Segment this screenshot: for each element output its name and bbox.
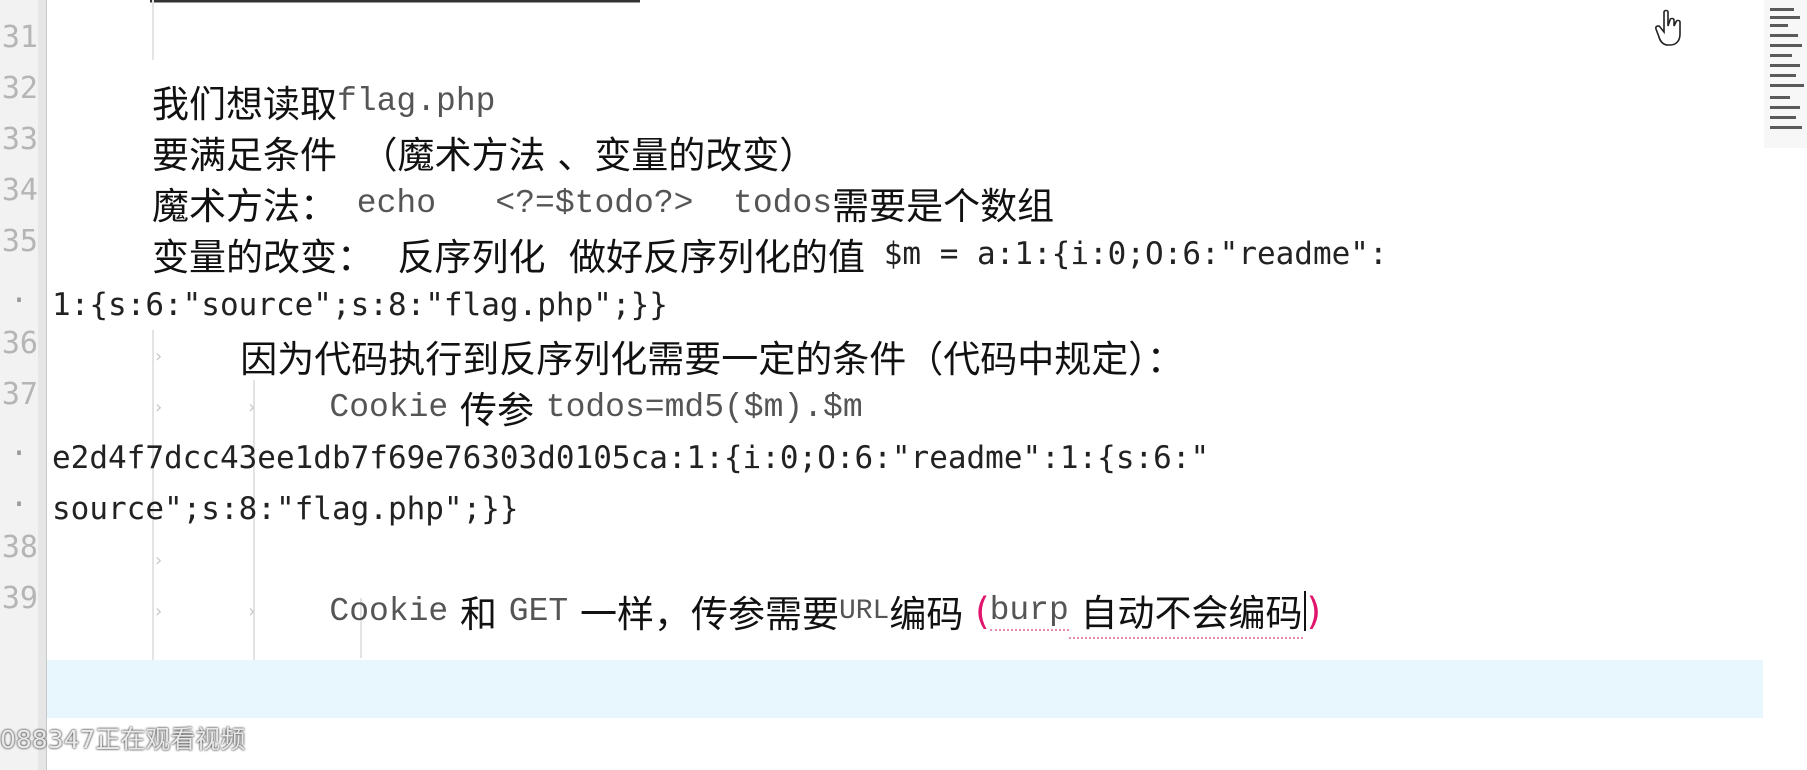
current-line-highlight [47, 660, 1763, 718]
wrap-marker: . [10, 275, 29, 310]
indent-guide [152, 0, 154, 60]
text-segment: 魔术方法： [152, 185, 337, 228]
code-segment: URL [838, 595, 890, 627]
text-segment: 传参 [448, 389, 546, 432]
code-line-39[interactable]: › › Cookie 和 GET 一样，传参需要 URL 编码 ( burp 自… [155, 582, 1807, 640]
code-segment: e2d4f7dcc43ee1db7f69e76303d0105ca:1:{i:0… [52, 440, 1210, 476]
code-segment: 1:{s:6:"source";s:8:"flag.php";}} [52, 287, 668, 323]
line-number: 36 [1, 326, 38, 361]
code-line-34[interactable]: 魔术方法： echo <?=$todo?> todos 需要是个数组 [152, 174, 1807, 232]
code-segment: echo <?=$todo?> todos [337, 184, 833, 222]
code-segment: flag.php [337, 82, 496, 120]
viewer-watermark: 088347正在观看视频 [0, 725, 246, 754]
text-segment: 自动不会编码 [1068, 583, 1303, 639]
text-segment: 变量的改变： 反序列化 做好反序列化的值 [152, 236, 866, 279]
code-line-36[interactable]: › 因为代码执行到反序列化需要一定的条件（代码中规定）： [155, 327, 1807, 385]
code-line-38[interactable]: › [155, 531, 1807, 589]
minimap-line [1770, 8, 1794, 11]
wrap-marker: . [10, 428, 29, 463]
minimap-line [1770, 106, 1800, 109]
tab-arrow-icon: › [155, 600, 163, 622]
minimap-line [1770, 24, 1788, 27]
line-number: 31 [1, 20, 38, 55]
line-number: 38 [1, 530, 38, 565]
line-number: 34 [1, 173, 38, 208]
code-line-37-wrap-1[interactable]: e2d4f7dcc43ee1db7f69e76303d0105ca:1:{i:0… [52, 429, 1807, 487]
code-segment: GET [508, 592, 569, 630]
text-cursor [1303, 591, 1306, 631]
code-line-37-wrap-2[interactable]: source";s:8:"flag.php";}} [52, 480, 1807, 538]
code-line-32[interactable]: 我们想读取 flag.php [152, 72, 1807, 130]
tab-arrow-icon: › [155, 345, 163, 367]
text-segment: 一样，传参需要 [568, 593, 839, 636]
tab-arrow-icon: › [248, 396, 256, 418]
minimap-line [1770, 126, 1802, 129]
minimap-line [1770, 74, 1796, 77]
previous-line-fragment: ━━━━━━━━━━━━━━━━━━━━━━ [150, 0, 640, 8]
code-segment: burp [989, 591, 1069, 631]
text-segment: 和 [448, 593, 509, 636]
wrap-marker: . [10, 479, 29, 514]
code-line-35[interactable]: 变量的改变： 反序列化 做好反序列化的值 $m = a:1:{i:0;O:6:"… [152, 225, 1807, 283]
code-segment: $m = a:1:{i:0;O:6:"readme": [865, 236, 1388, 272]
text-segment: 因为代码执行到反序列化需要一定的条件（代码中规定）： [240, 338, 1184, 381]
minimap[interactable] [1764, 0, 1807, 148]
hand-cursor-icon [1655, 9, 1681, 46]
text-segment: 我们想读取 [152, 83, 337, 126]
text-segment: 要满足条件 （魔术方法 、变量的改变） [152, 134, 817, 177]
code-line-37[interactable]: › › Cookie 传参 todos=md5($m).$m [155, 378, 1807, 436]
code-segment: Cookie [329, 592, 449, 630]
text-segment: 需要是个数组 [832, 185, 1055, 228]
text-segment: 编码 [889, 593, 976, 636]
fold-margin [38, 0, 46, 770]
tab-arrow-icon: › [248, 600, 256, 622]
minimap-line [1770, 116, 1796, 119]
line-number: 33 [1, 122, 38, 157]
code-line-33[interactable]: 要满足条件 （魔术方法 、变量的改变） [152, 123, 1807, 181]
minimap-line [1770, 64, 1800, 67]
minimap-line [1770, 44, 1802, 47]
code-line-35-wrap[interactable]: 1:{s:6:"source";s:8:"flag.php";}} [52, 276, 1807, 334]
line-number: 37 [1, 377, 38, 412]
line-number: 32 [1, 71, 38, 106]
minimap-line [1770, 84, 1804, 87]
minimap-line [1770, 16, 1800, 19]
line-number: 35 [1, 224, 38, 259]
minimap-line [1770, 54, 1792, 57]
code-segment: source";s:8:"flag.php";}} [52, 491, 519, 527]
bracket-highlight: ) [1306, 589, 1321, 633]
tab-arrow-icon: › [155, 549, 163, 571]
tab-arrow-icon: › [155, 396, 163, 418]
code-segment: Cookie [329, 388, 449, 426]
minimap-line [1770, 34, 1798, 37]
line-number: 39 [1, 581, 38, 616]
minimap-line [1770, 96, 1790, 99]
code-segment: todos=md5($m).$m [545, 388, 863, 426]
bracket-highlight: ( [975, 589, 990, 633]
